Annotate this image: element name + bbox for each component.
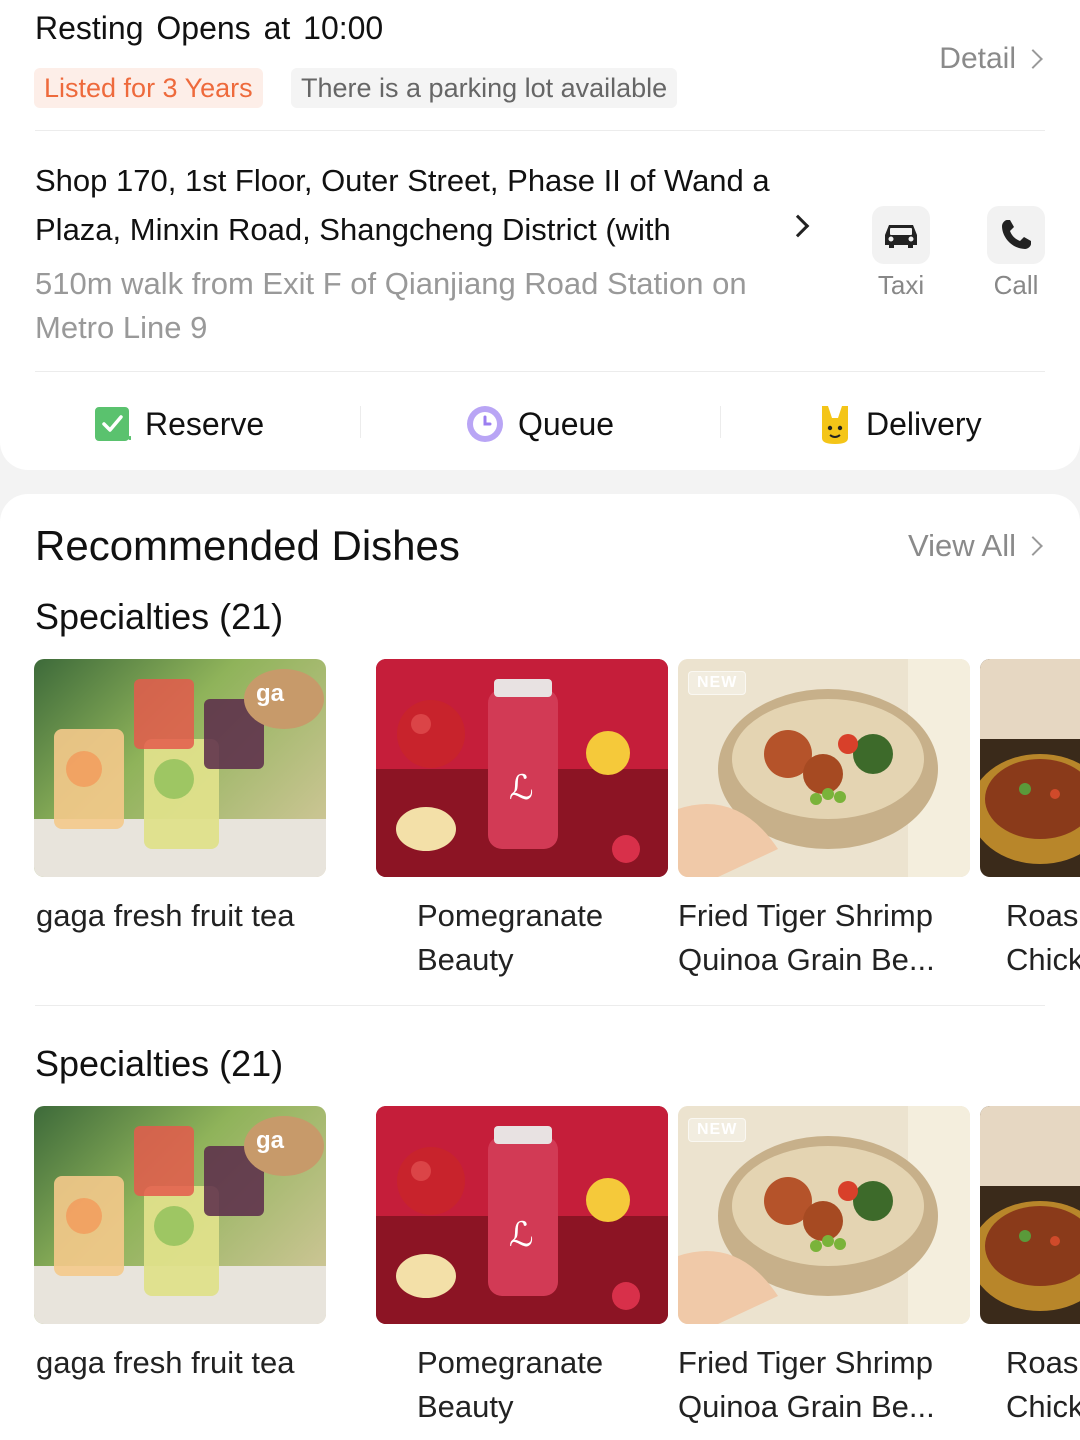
dish-card-image[interactable]: [980, 659, 1080, 877]
view-all-label: View All: [908, 528, 1016, 563]
dish-card-image[interactable]: ℒ: [376, 659, 668, 877]
dish-name[interactable]: Fried Tiger Shrimp Quinoa Grain Be...: [678, 894, 968, 982]
dish-name[interactable]: Pomegranate Beauty: [417, 894, 657, 982]
reserve-icon: [95, 407, 131, 441]
watermark-text: ga: [256, 680, 285, 707]
dish-card-image[interactable]: NEW: [678, 1106, 970, 1324]
chevron-right-icon: [1023, 49, 1043, 69]
call-label: Call: [993, 270, 1039, 300]
divider: [720, 406, 721, 438]
detail-link[interactable]: Detail: [939, 42, 1043, 76]
fruit-tea-photo: ga: [34, 1116, 326, 1324]
store-info-card: Resting Opens at 10:00 Listed for 3 Year…: [0, 0, 1080, 470]
divider: [35, 371, 1045, 372]
phone-icon: [1002, 220, 1031, 249]
taxi-button[interactable]: [872, 206, 930, 264]
queue-label: Queue: [518, 405, 615, 442]
reserve-label: Reserve: [145, 405, 265, 442]
store-address[interactable]: Shop 170, 1st Floor, Outer Street, Phase…: [35, 156, 815, 254]
tag-listed-years: Listed for 3 Years: [34, 68, 263, 108]
queue-icon: [467, 406, 503, 442]
dish-card-image[interactable]: NEW: [678, 659, 970, 877]
chevron-right-icon: [1023, 536, 1043, 556]
svg-text:ℒ: ℒ: [509, 1217, 534, 1254]
queue-button[interactable]: Queue: [466, 400, 614, 448]
group-title: Specialties (21): [35, 1043, 284, 1084]
dish-card-image[interactable]: ℒ: [376, 1106, 668, 1324]
section-title: Recommended Dishes: [35, 522, 460, 569]
dish-name[interactable]: Roas Chick: [1006, 894, 1080, 982]
group-title: Specialties (21): [35, 596, 284, 637]
dish-name[interactable]: Pomegranate Beauty: [417, 1341, 657, 1429]
pomegranate-drink-photo: ℒ: [376, 1106, 668, 1324]
reserve-button[interactable]: Reserve: [95, 400, 264, 448]
opening-time: Opens at 10:00: [156, 10, 384, 46]
view-all-link[interactable]: View All: [908, 528, 1043, 564]
status-label: Resting: [35, 10, 144, 46]
divider: [35, 1005, 1045, 1006]
new-badge: NEW: [688, 671, 747, 695]
roast-chicken-photo: [980, 1106, 1080, 1311]
pomegranate-drink-photo: ℒ: [376, 659, 668, 877]
dish-name[interactable]: gaga fresh fruit tea: [36, 894, 326, 938]
walking-directions: 510m walk from Exit F of Qianjiang Road …: [35, 266, 747, 345]
svg-text:ℒ: ℒ: [509, 770, 534, 807]
dish-name[interactable]: Fried Tiger Shrimp Quinoa Grain Be...: [678, 1341, 968, 1429]
watermark-text: ga: [256, 1127, 285, 1154]
delivery-label: Delivery: [866, 405, 982, 442]
car-icon: [885, 225, 917, 248]
fruit-tea-photo: ga: [34, 669, 326, 877]
detail-label: Detail: [939, 42, 1016, 75]
dish-name[interactable]: gaga fresh fruit tea: [36, 1341, 326, 1385]
business-hours: Resting Opens at 10:00: [35, 10, 383, 47]
divider: [360, 406, 361, 438]
dish-card-image[interactable]: [980, 1106, 1080, 1324]
tag-parking: There is a parking lot available: [291, 68, 678, 108]
taxi-label: Taxi: [877, 270, 925, 300]
divider: [35, 130, 1045, 131]
dish-card-image[interactable]: ga: [34, 1106, 326, 1324]
roast-chicken-photo: [980, 659, 1080, 864]
dish-name[interactable]: Roas Chick: [1006, 1341, 1080, 1429]
delivery-icon: [822, 406, 848, 444]
delivery-button[interactable]: Delivery: [818, 400, 982, 448]
call-button[interactable]: [987, 206, 1045, 264]
dish-card-image[interactable]: ga: [34, 659, 326, 877]
new-badge: NEW: [688, 1118, 747, 1142]
